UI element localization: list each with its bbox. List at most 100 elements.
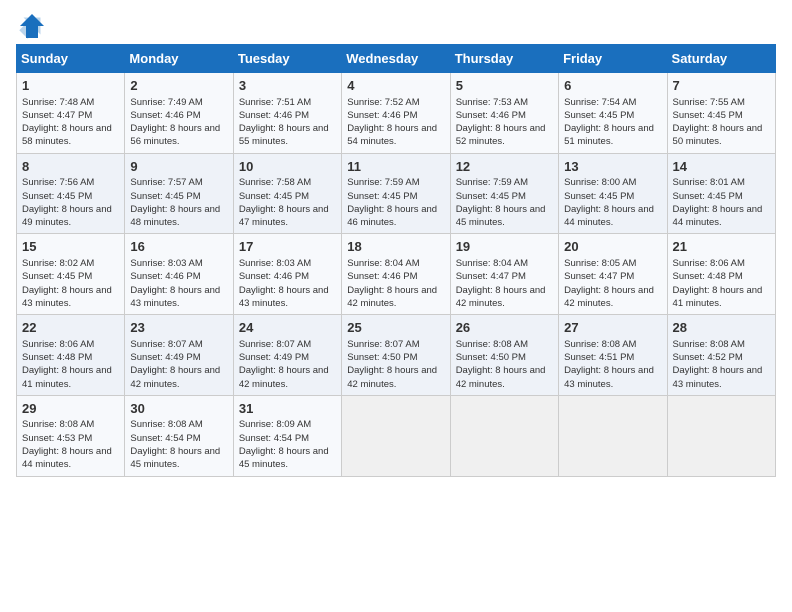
calendar-cell: 24Sunrise: 8:07 AMSunset: 4:49 PMDayligh… [233, 315, 341, 396]
calendar-cell: 11Sunrise: 7:59 AMSunset: 4:45 PMDayligh… [342, 153, 450, 234]
calendar-cell: 2Sunrise: 7:49 AMSunset: 4:46 PMDaylight… [125, 73, 233, 154]
day-number: 8 [22, 158, 119, 176]
day-detail: Sunrise: 8:07 AMSunset: 4:50 PMDaylight:… [347, 338, 444, 391]
logo-icon [18, 12, 46, 40]
day-detail: Sunrise: 8:08 AMSunset: 4:51 PMDaylight:… [564, 338, 661, 391]
day-detail: Sunrise: 7:58 AMSunset: 4:45 PMDaylight:… [239, 176, 336, 229]
calendar-cell [450, 395, 558, 476]
day-detail: Sunrise: 7:53 AMSunset: 4:46 PMDaylight:… [456, 96, 553, 149]
day-detail: Sunrise: 8:08 AMSunset: 4:50 PMDaylight:… [456, 338, 553, 391]
day-detail: Sunrise: 8:01 AMSunset: 4:45 PMDaylight:… [673, 176, 770, 229]
calendar-cell [559, 395, 667, 476]
calendar-cell: 20Sunrise: 8:05 AMSunset: 4:47 PMDayligh… [559, 234, 667, 315]
day-number: 13 [564, 158, 661, 176]
day-detail: Sunrise: 8:06 AMSunset: 4:48 PMDaylight:… [22, 338, 119, 391]
day-detail: Sunrise: 7:49 AMSunset: 4:46 PMDaylight:… [130, 96, 227, 149]
calendar-cell: 23Sunrise: 8:07 AMSunset: 4:49 PMDayligh… [125, 315, 233, 396]
weekday-sunday: Sunday [17, 45, 125, 73]
calendar-cell: 27Sunrise: 8:08 AMSunset: 4:51 PMDayligh… [559, 315, 667, 396]
weekday-friday: Friday [559, 45, 667, 73]
calendar-cell: 13Sunrise: 8:00 AMSunset: 4:45 PMDayligh… [559, 153, 667, 234]
calendar-cell: 15Sunrise: 8:02 AMSunset: 4:45 PMDayligh… [17, 234, 125, 315]
calendar-week-1: 1Sunrise: 7:48 AMSunset: 4:47 PMDaylight… [17, 73, 776, 154]
calendar-cell: 12Sunrise: 7:59 AMSunset: 4:45 PMDayligh… [450, 153, 558, 234]
calendar-week-5: 29Sunrise: 8:08 AMSunset: 4:53 PMDayligh… [17, 395, 776, 476]
day-detail: Sunrise: 7:59 AMSunset: 4:45 PMDaylight:… [347, 176, 444, 229]
day-detail: Sunrise: 8:07 AMSunset: 4:49 PMDaylight:… [239, 338, 336, 391]
weekday-tuesday: Tuesday [233, 45, 341, 73]
day-number: 4 [347, 77, 444, 95]
calendar-cell: 29Sunrise: 8:08 AMSunset: 4:53 PMDayligh… [17, 395, 125, 476]
calendar-week-3: 15Sunrise: 8:02 AMSunset: 4:45 PMDayligh… [17, 234, 776, 315]
day-detail: Sunrise: 8:09 AMSunset: 4:54 PMDaylight:… [239, 418, 336, 471]
day-detail: Sunrise: 7:55 AMSunset: 4:45 PMDaylight:… [673, 96, 770, 149]
day-detail: Sunrise: 7:51 AMSunset: 4:46 PMDaylight:… [239, 96, 336, 149]
day-detail: Sunrise: 8:07 AMSunset: 4:49 PMDaylight:… [130, 338, 227, 391]
day-number: 23 [130, 319, 227, 337]
day-detail: Sunrise: 8:00 AMSunset: 4:45 PMDaylight:… [564, 176, 661, 229]
calendar-cell: 18Sunrise: 8:04 AMSunset: 4:46 PMDayligh… [342, 234, 450, 315]
day-number: 11 [347, 158, 444, 176]
calendar-cell: 5Sunrise: 7:53 AMSunset: 4:46 PMDaylight… [450, 73, 558, 154]
calendar-cell: 10Sunrise: 7:58 AMSunset: 4:45 PMDayligh… [233, 153, 341, 234]
day-number: 16 [130, 238, 227, 256]
day-detail: Sunrise: 8:05 AMSunset: 4:47 PMDaylight:… [564, 257, 661, 310]
day-number: 31 [239, 400, 336, 418]
calendar-cell: 6Sunrise: 7:54 AMSunset: 4:45 PMDaylight… [559, 73, 667, 154]
calendar-cell: 9Sunrise: 7:57 AMSunset: 4:45 PMDaylight… [125, 153, 233, 234]
day-detail: Sunrise: 8:02 AMSunset: 4:45 PMDaylight:… [22, 257, 119, 310]
day-number: 21 [673, 238, 770, 256]
day-number: 14 [673, 158, 770, 176]
day-number: 26 [456, 319, 553, 337]
day-number: 6 [564, 77, 661, 95]
calendar-cell: 8Sunrise: 7:56 AMSunset: 4:45 PMDaylight… [17, 153, 125, 234]
day-number: 24 [239, 319, 336, 337]
day-number: 20 [564, 238, 661, 256]
day-detail: Sunrise: 8:04 AMSunset: 4:47 PMDaylight:… [456, 257, 553, 310]
day-number: 27 [564, 319, 661, 337]
day-detail: Sunrise: 7:54 AMSunset: 4:45 PMDaylight:… [564, 96, 661, 149]
day-number: 25 [347, 319, 444, 337]
day-number: 12 [456, 158, 553, 176]
day-detail: Sunrise: 7:59 AMSunset: 4:45 PMDaylight:… [456, 176, 553, 229]
header [16, 12, 776, 36]
day-number: 9 [130, 158, 227, 176]
weekday-saturday: Saturday [667, 45, 775, 73]
weekday-row: SundayMondayTuesdayWednesdayThursdayFrid… [17, 45, 776, 73]
day-detail: Sunrise: 8:08 AMSunset: 4:52 PMDaylight:… [673, 338, 770, 391]
day-detail: Sunrise: 8:06 AMSunset: 4:48 PMDaylight:… [673, 257, 770, 310]
calendar-cell [342, 395, 450, 476]
day-number: 28 [673, 319, 770, 337]
calendar-cell: 17Sunrise: 8:03 AMSunset: 4:46 PMDayligh… [233, 234, 341, 315]
calendar-cell: 3Sunrise: 7:51 AMSunset: 4:46 PMDaylight… [233, 73, 341, 154]
calendar-week-4: 22Sunrise: 8:06 AMSunset: 4:48 PMDayligh… [17, 315, 776, 396]
day-detail: Sunrise: 7:52 AMSunset: 4:46 PMDaylight:… [347, 96, 444, 149]
calendar-cell: 30Sunrise: 8:08 AMSunset: 4:54 PMDayligh… [125, 395, 233, 476]
calendar-header: SundayMondayTuesdayWednesdayThursdayFrid… [17, 45, 776, 73]
day-number: 5 [456, 77, 553, 95]
calendar-week-2: 8Sunrise: 7:56 AMSunset: 4:45 PMDaylight… [17, 153, 776, 234]
calendar: SundayMondayTuesdayWednesdayThursdayFrid… [16, 44, 776, 477]
calendar-cell: 26Sunrise: 8:08 AMSunset: 4:50 PMDayligh… [450, 315, 558, 396]
day-number: 3 [239, 77, 336, 95]
day-detail: Sunrise: 7:48 AMSunset: 4:47 PMDaylight:… [22, 96, 119, 149]
weekday-wednesday: Wednesday [342, 45, 450, 73]
day-number: 18 [347, 238, 444, 256]
calendar-cell: 31Sunrise: 8:09 AMSunset: 4:54 PMDayligh… [233, 395, 341, 476]
calendar-cell: 21Sunrise: 8:06 AMSunset: 4:48 PMDayligh… [667, 234, 775, 315]
calendar-cell: 25Sunrise: 8:07 AMSunset: 4:50 PMDayligh… [342, 315, 450, 396]
calendar-cell: 4Sunrise: 7:52 AMSunset: 4:46 PMDaylight… [342, 73, 450, 154]
day-number: 29 [22, 400, 119, 418]
day-detail: Sunrise: 8:08 AMSunset: 4:53 PMDaylight:… [22, 418, 119, 471]
day-number: 7 [673, 77, 770, 95]
day-detail: Sunrise: 7:57 AMSunset: 4:45 PMDaylight:… [130, 176, 227, 229]
calendar-cell: 14Sunrise: 8:01 AMSunset: 4:45 PMDayligh… [667, 153, 775, 234]
logo [16, 12, 46, 36]
calendar-cell: 1Sunrise: 7:48 AMSunset: 4:47 PMDaylight… [17, 73, 125, 154]
day-detail: Sunrise: 8:03 AMSunset: 4:46 PMDaylight:… [130, 257, 227, 310]
page: SundayMondayTuesdayWednesdayThursdayFrid… [0, 0, 792, 612]
day-number: 22 [22, 319, 119, 337]
calendar-cell [667, 395, 775, 476]
day-number: 30 [130, 400, 227, 418]
calendar-cell: 28Sunrise: 8:08 AMSunset: 4:52 PMDayligh… [667, 315, 775, 396]
